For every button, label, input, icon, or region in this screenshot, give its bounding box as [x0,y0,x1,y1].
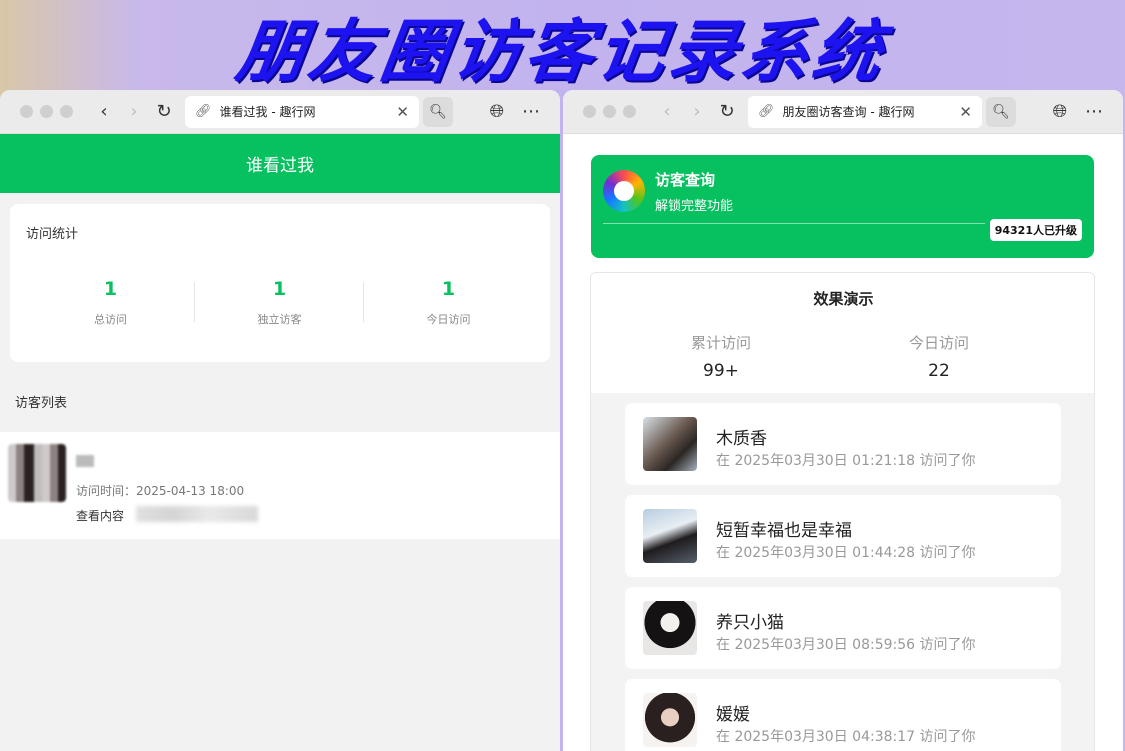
forward-arrow-icon[interactable]: › [119,97,149,127]
visitor-name: 木质香 [716,429,767,449]
upgrade-promo-card[interactable]: 访客查询 解锁完整功能 94321人已升级 [591,155,1094,258]
demo-visitor-item[interactable]: 木质香 在 2025年03月30日 01:21:18 访问了你 [625,403,1061,485]
stat-label: 总访问 [94,313,127,326]
visit-time: 在 2025年03月30日 04:38:17 访问了你 [716,729,976,745]
banner-title: 朋友圈访客记录系统 [231,12,892,92]
demo-visitor-item[interactable]: 短暂幸福也是幸福 在 2025年03月30日 01:44:28 访问了你 [625,495,1061,577]
visitor-name: 媛媛 [716,705,750,725]
globe-icon[interactable]: 🌐︎ [1053,101,1067,122]
minimize-window-button[interactable] [40,105,53,118]
stat-value: 1 [441,278,456,300]
tab-title: 朋友圈访客查询 - 趣行网 [782,105,915,119]
more-menu-icon[interactable]: ⋯ [1085,101,1103,122]
stat-total-visits: 1 总访问 [26,278,195,327]
avatar [8,444,66,502]
right-browser-window: ‹ › ↻ 🔗︎ 朋友圈访客查询 - 趣行网 ✕ 🔍︎ 🌐︎ ⋯ 访客查询 解锁… [563,90,1123,751]
maximize-window-button[interactable] [60,105,73,118]
stats-card-title: 访问统计 [26,227,79,242]
demo-stat-total: 累计访问 99+ [641,332,801,381]
visitor-name: 短暂幸福也是幸福 [716,521,852,541]
stat-value: 99+ [703,361,739,381]
maximize-window-button[interactable] [623,105,636,118]
promo-title: 访客查询 [655,171,716,189]
back-arrow-icon[interactable]: ‹ [652,97,682,127]
avatar [643,693,697,747]
promo-progress-line [603,223,985,224]
blurred-visitor-name [76,455,94,467]
blurred-viewed-content [136,506,258,522]
avatar [643,509,697,563]
search-icon[interactable]: 🔍︎ [423,96,453,127]
demo-stat-today: 今日访问 22 [859,332,1019,381]
close-tab-icon[interactable]: ✕ [959,103,972,121]
window-controls [20,105,73,118]
visitor-name: 养只小猫 [716,613,784,633]
avatar [643,417,697,471]
stat-value: 1 [103,278,118,300]
reload-icon[interactable]: ↻ [149,97,179,127]
visit-time: 在 2025年03月30日 01:44:28 访问了你 [716,545,976,561]
close-tab-icon[interactable]: ✕ [396,103,409,121]
visit-time: 在 2025年03月30日 08:59:56 访问了你 [716,637,976,653]
tab-title: 谁看过我 - 趣行网 [219,105,316,119]
banner: 朋友圈访客记录系统 [0,0,1125,92]
link-icon: 🔗︎ [195,104,212,119]
demo-panel: 效果演示 累计访问 99+ 今日访问 22 木质香 在 2025年03月30日 … [590,272,1095,751]
demo-title: 效果演示 [813,290,874,308]
stat-unique-visitors: 1 独立访客 [195,278,364,327]
search-icon[interactable]: 🔍︎ [986,96,1016,127]
more-menu-icon[interactable]: ⋯ [522,101,540,122]
close-window-button[interactable] [20,105,33,118]
stat-label: 今日访问 [908,334,969,352]
visit-time: 在 2025年03月30日 01:21:18 访问了你 [716,453,976,469]
demo-visitor-item[interactable]: 媛媛 在 2025年03月30日 04:38:17 访问了你 [625,679,1061,751]
stat-value: 1 [272,278,287,300]
visitor-list-title: 访客列表 [15,396,68,411]
back-arrow-icon[interactable]: ‹ [89,97,119,127]
browser-tab[interactable]: 🔗︎ 朋友圈访客查询 - 趣行网 ✕ [748,95,982,128]
reload-icon[interactable]: ↻ [712,97,742,127]
close-window-button[interactable] [583,105,596,118]
stats-card: 访问统计 1 总访问 1 独立访客 1 今日访问 [10,204,550,362]
left-browser-window: ‹ › ↻ 🔗︎ 谁看过我 - 趣行网 ✕ 🔍︎ 🌐︎ ⋯ 谁看过我 访问统计 … [0,90,560,751]
viewed-content-label: 查看内容 [76,509,125,523]
stat-label: 独立访客 [257,313,302,326]
stat-value: 22 [928,361,950,381]
forward-arrow-icon[interactable]: › [682,97,712,127]
stat-label: 今日访问 [426,313,471,326]
demo-summary: 效果演示 累计访问 99+ 今日访问 22 [591,273,1094,393]
minimize-window-button[interactable] [603,105,616,118]
visit-time: 访问时间：2025-04-13 18:00 [76,484,245,498]
upgrade-count-badge: 94321人已升级 [989,219,1082,241]
globe-icon[interactable]: 🌐︎ [490,101,504,122]
browser-tab[interactable]: 🔗︎ 谁看过我 - 趣行网 ✕ [185,95,419,128]
browser-toolbar: ‹ › ↻ 🔗︎ 谁看过我 - 趣行网 ✕ 🔍︎ 🌐︎ ⋯ [0,90,560,134]
visitor-list-item[interactable]: 访问时间：2025-04-13 18:00 查看内容 [0,432,560,539]
window-controls [583,105,636,118]
promo-subtitle: 解锁完整功能 [655,199,734,214]
avatar [643,601,697,655]
page-header: 谁看过我 [0,134,560,193]
stat-label: 累计访问 [690,334,751,352]
link-icon: 🔗︎ [758,104,775,119]
stat-today-visits: 1 今日访问 [364,278,533,327]
browser-toolbar: ‹ › ↻ 🔗︎ 朋友圈访客查询 - 趣行网 ✕ 🔍︎ 🌐︎ ⋯ [563,90,1123,134]
app-logo-icon [603,170,645,212]
demo-visitor-item[interactable]: 养只小猫 在 2025年03月30日 08:59:56 访问了你 [625,587,1061,669]
